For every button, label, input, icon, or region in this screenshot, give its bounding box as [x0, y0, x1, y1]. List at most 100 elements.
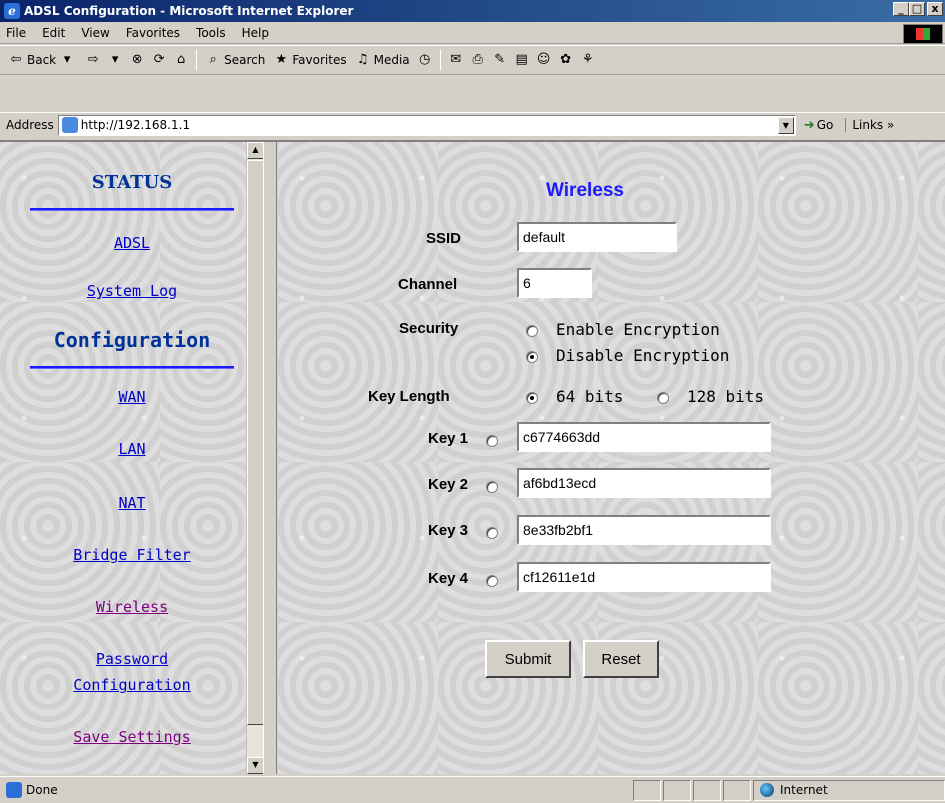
favorites-button[interactable]: ★ Favorites	[269, 52, 350, 68]
home-icon[interactable]: ⌂	[172, 52, 190, 68]
back-button[interactable]: ⇦ Back ▾	[4, 52, 82, 68]
key-4-radio[interactable]	[486, 575, 498, 587]
nav-wireless[interactable]: Wireless	[30, 598, 234, 616]
toolbar-separator	[196, 50, 198, 70]
close-button[interactable]: x	[927, 2, 943, 16]
nav-scrollbar[interactable]: ▲ ▼	[246, 142, 264, 774]
menu-help[interactable]: Help	[234, 26, 277, 40]
menu-view[interactable]: View	[73, 26, 117, 40]
disable-encryption-radio[interactable]	[526, 351, 538, 363]
mail-icon[interactable]: ✉	[447, 52, 465, 68]
address-label: Address	[6, 118, 54, 132]
reset-button[interactable]: Reset	[583, 640, 659, 678]
status-cell	[693, 779, 721, 801]
content-frame: STATUS ADSL System Log Configuration WAN…	[0, 140, 945, 776]
back-arrow-icon: ⇦	[10, 52, 22, 67]
nav-nat[interactable]: NAT	[30, 494, 234, 512]
key-1-radio[interactable]	[486, 435, 498, 447]
key-1-label: Key 1	[428, 430, 469, 447]
disable-encryption-label: Disable Encryption	[556, 346, 730, 365]
history-icon[interactable]: ◷	[416, 52, 434, 68]
edit-icon[interactable]: ✎	[491, 52, 509, 68]
wireless-settings-frame: Wireless SSID default Channel 6 Security…	[278, 142, 945, 774]
nav-password-configuration-line1[interactable]: Password	[30, 650, 234, 668]
nav-adsl[interactable]: ADSL	[30, 234, 234, 252]
scroll-thumb[interactable]	[247, 160, 264, 725]
media-button[interactable]: ♫ Media	[351, 52, 414, 68]
channel-field[interactable]: 6	[517, 268, 592, 298]
menu-favorites[interactable]: Favorites	[118, 26, 188, 40]
configuration-header: Configuration	[53, 328, 211, 352]
channel-label: Channel	[398, 276, 458, 293]
window-title: ADSL Configuration - Microsoft Internet …	[24, 4, 354, 18]
status-bar: Done Internet	[0, 776, 945, 803]
maximize-button[interactable]: □	[909, 2, 925, 16]
scroll-down-icon[interactable]: ▼	[247, 757, 264, 774]
status-cell	[633, 779, 661, 801]
nav-wan[interactable]: WAN	[30, 388, 234, 406]
enable-encryption-radio[interactable]	[526, 325, 538, 337]
address-input[interactable]: http://192.168.1.1 ▼	[57, 114, 796, 136]
window-controls: _ □ x	[893, 2, 943, 16]
minimize-button[interactable]: _	[893, 2, 909, 16]
key-4-label: Key 4	[428, 570, 469, 587]
stop-icon[interactable]: ⊗	[128, 52, 146, 68]
key-2-field[interactable]: af6bd13ecd	[517, 468, 771, 498]
toolbar-extra-icon[interactable]: ⚘	[579, 52, 597, 68]
security-zone: Internet	[753, 779, 945, 801]
status-header: STATUS	[91, 172, 173, 193]
menu-bar: File Edit View Favorites Tools Help	[0, 22, 945, 44]
key-length-128-label: 128 bits	[687, 387, 765, 406]
key-length-label: Key Length	[368, 388, 450, 405]
go-label: Go	[816, 118, 834, 132]
nav-system-log[interactable]: System Log	[30, 282, 234, 300]
ie-logo-icon: e	[4, 3, 20, 19]
windows-logo-icon	[903, 24, 943, 44]
key-3-radio[interactable]	[486, 527, 498, 539]
search-icon: ⌕	[209, 52, 217, 67]
page-title: Wireless	[546, 180, 624, 201]
search-button[interactable]: ⌕ Search	[201, 52, 269, 68]
toolbar-separator	[439, 50, 441, 70]
address-bar: Address http://192.168.1.1 ▼ ➜ Go Links …	[0, 112, 945, 137]
favorites-label: Favorites	[292, 53, 347, 67]
submit-button[interactable]: Submit	[485, 640, 571, 678]
status-text: Done	[26, 783, 58, 797]
key-1-field[interactable]: c6774663dd	[517, 422, 771, 452]
menu-tools[interactable]: Tools	[188, 26, 234, 40]
status-cell	[663, 779, 691, 801]
forward-icon[interactable]: ⇨	[84, 52, 102, 68]
menu-file[interactable]: File	[0, 26, 34, 40]
ssid-field[interactable]: default	[517, 222, 677, 252]
refresh-icon[interactable]: ⟳	[150, 52, 168, 68]
key-length-128-radio[interactable]	[657, 392, 669, 404]
nav-lan[interactable]: LAN	[30, 440, 234, 458]
print-icon[interactable]: ⎙	[469, 52, 487, 68]
nav-bridge-filter[interactable]: Bridge Filter	[30, 546, 234, 564]
favorites-icon: ★	[275, 52, 288, 67]
navigation-frame: STATUS ADSL System Log Configuration WAN…	[0, 142, 258, 774]
key-3-label: Key 3	[428, 522, 469, 539]
scroll-up-icon[interactable]: ▲	[247, 142, 264, 159]
forward-dropdown-icon[interactable]: ▾	[106, 52, 124, 68]
nav-rule	[30, 366, 234, 369]
menu-edit[interactable]: Edit	[34, 26, 73, 40]
nav-save-settings[interactable]: Save Settings	[30, 728, 234, 746]
address-dropdown-icon[interactable]: ▼	[777, 116, 794, 134]
address-url: http://192.168.1.1	[80, 118, 191, 132]
ssid-label: SSID	[426, 230, 462, 247]
key-3-field[interactable]: 8e33fb2bf1	[517, 515, 771, 545]
research-icon[interactable]: ✿	[557, 52, 575, 68]
key-4-field[interactable]: cf12611e1d	[517, 562, 771, 592]
key-length-64-radio[interactable]	[526, 392, 538, 404]
toolbar: ⇦ Back ▾ ⇨ ▾ ⊗ ⟳ ⌂ ⌕ Search ★ Favorites …	[0, 45, 945, 75]
messenger-icon[interactable]: ☺	[535, 52, 553, 68]
frame-divider[interactable]	[263, 142, 277, 774]
media-icon: ♫	[356, 52, 369, 67]
nav-password-configuration-line2[interactable]: Configuration	[30, 676, 234, 694]
go-button[interactable]: ➜ Go	[804, 118, 834, 133]
key-2-radio[interactable]	[486, 481, 498, 493]
links-button[interactable]: Links »	[845, 118, 894, 132]
back-dropdown-icon[interactable]: ▾	[58, 52, 76, 68]
discuss-icon[interactable]: ▤	[513, 52, 531, 68]
